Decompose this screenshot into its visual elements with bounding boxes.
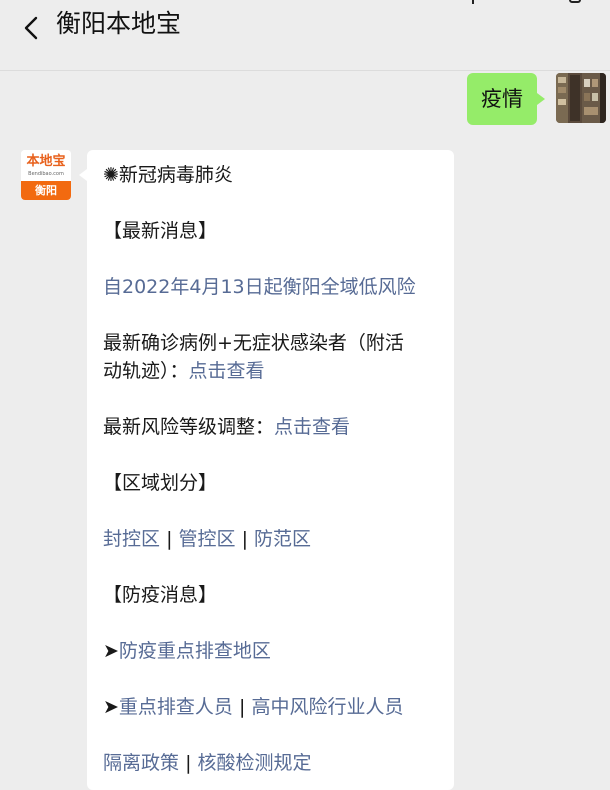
back-arrow-icon[interactable] xyxy=(18,14,46,42)
sealed-zone-link[interactable]: 封控区 xyxy=(103,528,160,550)
controlled-zone-link[interactable]: 管控区 xyxy=(179,528,236,550)
low-risk-link[interactable]: 自2022年4月13日起衡阳全域低风险 xyxy=(103,273,416,301)
city-label: 衡阳 xyxy=(21,181,71,200)
confirmed-cases-text: 最新确诊病例+无症状感染者（附活 xyxy=(103,332,404,354)
bot-avatar[interactable]: 本地宝 Bendibao.com 衡阳 xyxy=(21,150,71,200)
sent-message-bubble[interactable]: 疫情 xyxy=(467,73,545,125)
confirmed-cases-line2: 动轨迹）：点击查看 xyxy=(103,360,265,382)
virus-title: ✺新冠病毒肺炎 xyxy=(103,164,233,186)
section-zones-heading: 【区域划分】 xyxy=(103,472,218,494)
bubble-tail xyxy=(79,169,87,181)
bendibao-logo: 本地宝 Bendibao.com xyxy=(21,150,71,181)
risk-industry-link[interactable]: 高中风险行业人员 xyxy=(251,696,403,718)
section-latest-heading: 【最新消息】 xyxy=(103,220,218,242)
arrow-bullet-icon: ➤ xyxy=(103,640,119,662)
voice-call-icon[interactable] xyxy=(466,0,480,8)
precaution-zone-link[interactable]: 防范区 xyxy=(254,528,311,550)
people-links-line: ➤重点排查人员 | 高中风险行业人员 xyxy=(103,696,404,718)
key-areas-link[interactable]: 防疫重点排查地区 xyxy=(119,640,271,662)
more-options-icon[interactable] xyxy=(567,0,583,8)
confirmed-cases-link[interactable]: 点击查看 xyxy=(189,360,265,382)
risk-adjust-link[interactable]: 点击查看 xyxy=(274,416,350,438)
chat-header: 衡阳本地宝 xyxy=(0,0,610,71)
reply-message-bubble: ✺新冠病毒肺炎 【最新消息】 自2022年4月13日起衡阳全域低风险 最新确诊病… xyxy=(87,150,454,790)
arrow-bullet-icon: ➤ xyxy=(103,696,119,718)
user-avatar[interactable] xyxy=(556,73,606,123)
nucleic-test-link[interactable]: 核酸检测规定 xyxy=(198,752,312,774)
chat-title: 衡阳本地宝 xyxy=(56,9,182,38)
quarantine-policy-link[interactable]: 隔离政策 xyxy=(103,752,179,774)
prevention-areas-line: ➤防疫重点排查地区 xyxy=(103,637,271,665)
risk-adjust-line: 最新风险等级调整：点击查看 xyxy=(103,416,351,438)
zone-links: 封控区 | 管控区 | 防范区 xyxy=(103,528,312,550)
section-prevention-heading: 【防疫消息】 xyxy=(103,584,218,606)
key-people-link[interactable]: 重点排查人员 xyxy=(119,696,233,718)
